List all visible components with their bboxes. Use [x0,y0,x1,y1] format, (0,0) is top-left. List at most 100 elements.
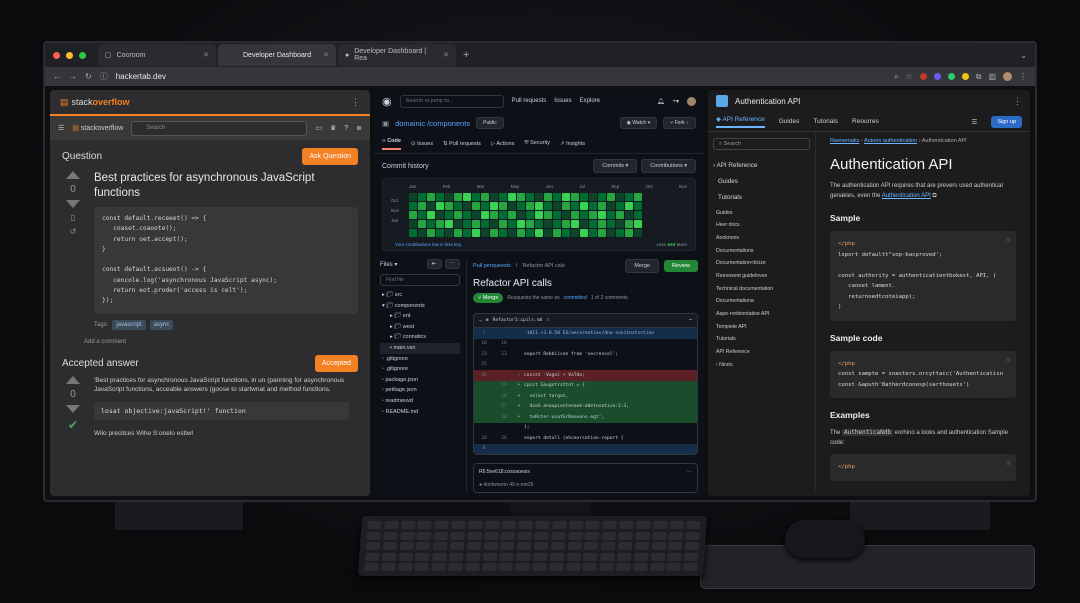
heatmap-cell[interactable] [490,211,498,219]
heatmap-cell[interactable] [526,229,534,237]
heatmap-cell[interactable] [562,202,570,210]
heatmap-cell[interactable] [418,220,426,228]
heatmap-cell[interactable] [571,202,579,210]
github-search-input[interactable]: Search or jump to... [399,94,504,108]
heatmap-cell[interactable] [454,193,462,201]
close-tab-icon[interactable]: ✕ [323,51,329,59]
heatmap-cell[interactable] [580,202,588,210]
copy-icon[interactable]: ❐ [1006,459,1010,470]
heatmap-cell[interactable] [445,202,453,210]
heatmap-cell[interactable] [418,202,426,210]
tab-pull-requests[interactable]: ⇅ Pull requests [443,141,481,147]
sidebar-subitem[interactable]: Tempiete API [713,321,810,334]
heatmap-cell[interactable] [463,202,471,210]
tab-insights[interactable]: ↗ Insights [560,141,585,147]
browser-tab-active[interactable]: Developer Dashboard ✕ [218,44,336,66]
close-tab-icon[interactable]: ✕ [203,51,209,59]
heatmap-cell[interactable] [526,193,534,201]
minimize-window-button[interactable] [66,51,73,59]
heatmap-cell[interactable] [490,229,498,237]
file-tree-item[interactable]: ◦ README.md [380,407,460,418]
heatmap-cell[interactable] [544,211,552,219]
heatmap-cell[interactable] [436,193,444,201]
contributions-dropdown[interactable]: Contributions ▾ [641,159,696,173]
new-tab-button[interactable]: + [463,49,469,61]
heatmap-cell[interactable] [589,220,597,228]
heatmap-cell[interactable] [598,220,606,228]
upvote-icon[interactable] [66,171,80,179]
file-tree-item[interactable]: ▸ 📁︎ src [380,290,460,301]
sidebar-subitem[interactable]: Documentationa [713,295,810,308]
sidebar-subitem[interactable]: Technical documentation [713,283,810,296]
heatmap-cell[interactable] [562,211,570,219]
heatmap-cell[interactable] [436,211,444,219]
heatmap-cell[interactable] [481,193,489,201]
heatmap-cell[interactable] [409,220,417,228]
sidebar-subitem[interactable]: Aooknoos [713,232,810,245]
browser-menu-icon[interactable]: ⋮ [1019,72,1027,81]
tag[interactable]: async [149,319,174,330]
heatmap-cell[interactable] [598,202,606,210]
sidebar-subitem[interactable]: Guides [713,207,810,220]
docs-logo-icon[interactable] [716,95,728,107]
heatmap-cell[interactable] [490,220,498,228]
heatmap-cell[interactable] [553,229,561,237]
heatmap-cell[interactable] [427,229,435,237]
so-small-logo[interactable]: ▤ stackoverflow [72,124,123,132]
heatmap-cell[interactable] [553,193,561,201]
close-window-button[interactable] [53,51,60,59]
search-input[interactable]: Search [131,120,308,136]
sidebar-item-tutorials[interactable]: Tutorials [713,190,810,206]
heatmap-cell[interactable] [571,211,579,219]
heatmap-cell[interactable] [580,220,588,228]
file-tree-item[interactable]: ◦ readmeuvd [380,396,460,407]
sidebar-subitem[interactable]: Heer docs [713,219,810,232]
heatmap-cell[interactable] [580,193,588,201]
heatmap-cell[interactable] [508,202,516,210]
so-logo[interactable]: stackoverflow [72,97,130,107]
tab-actions[interactable]: ▷ Actions [491,141,515,147]
heatmap-cell[interactable] [571,220,579,228]
diff-menu-icon[interactable]: ⋯ [689,318,692,323]
heatmap-cell[interactable] [553,220,561,228]
heatmap-cell[interactable] [634,220,642,228]
heatmap-cell[interactable] [427,193,435,201]
heatmap-cell[interactable] [544,193,552,201]
tab-security[interactable]: ⛨ Security [524,140,550,147]
heatmap-cell[interactable] [634,229,642,237]
extension-icon[interactable] [933,73,941,80]
heatmap-cell[interactable] [553,202,561,210]
tab-issues[interactable]: ⊙ Issues [411,141,433,147]
heatmap-cell[interactable] [634,193,642,201]
heatmap-cell[interactable] [526,202,534,210]
heatmap-cell[interactable] [607,229,615,237]
nav-tutorials[interactable]: Tutorials [813,118,838,125]
pane-menu-icon[interactable]: ⋮ [351,97,360,108]
heatmap-cell[interactable] [436,220,444,228]
sidebar-item-nirsto[interactable]: › Nirsto [713,359,810,372]
sidebar-subitem[interactable]: API Reference [713,346,810,359]
heatmap-cell[interactable] [562,220,570,228]
heatmap-cell[interactable] [436,229,444,237]
comment-menu-icon[interactable]: ⋯ [687,469,692,475]
commits-dropdown[interactable]: Commits ▾ [593,159,638,173]
heatmap-cell[interactable] [508,193,516,201]
heatmap-cell[interactable] [616,229,624,237]
inbox-icon[interactable]: ▭ [315,124,322,132]
hamburger-icon[interactable]: ☰ [58,124,64,132]
signup-button[interactable]: Sign up [991,115,1022,128]
heatmap-cell[interactable] [436,202,444,210]
review-button[interactable]: Review [663,260,698,272]
repo-owner-link[interactable]: domainic /components [395,119,470,128]
breadcrumb-link[interactable]: Autonn authentication [864,138,917,144]
heatmap-cell[interactable] [481,202,489,210]
heatmap-cell[interactable] [580,211,588,219]
heatmap-cell[interactable] [580,229,588,237]
achievements-icon[interactable]: ♛ [330,124,336,132]
heatmap-cell[interactable] [454,220,462,228]
upvote-icon[interactable] [66,375,80,384]
create-plus-icon[interactable]: +▾ [672,98,679,105]
extension-icon[interactable] [961,73,969,80]
heatmap-cell[interactable] [481,229,489,237]
notifications-icon[interactable]: 🔔︎ [657,98,665,105]
